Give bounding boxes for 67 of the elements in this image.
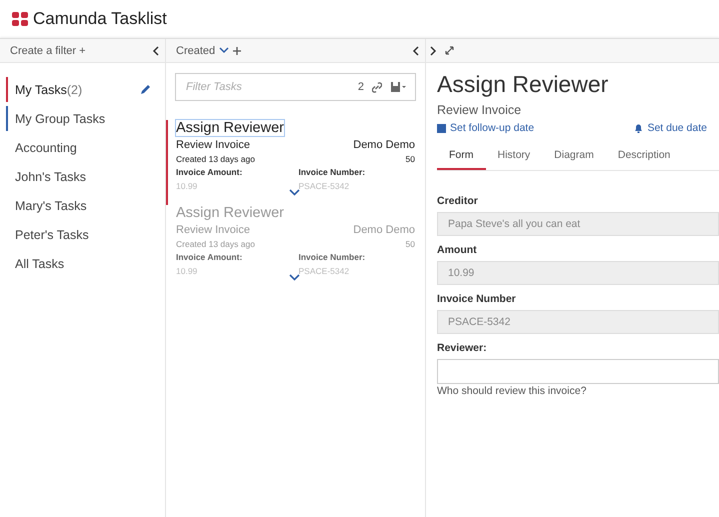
variable-value: PSACE-5342 bbox=[298, 181, 350, 191]
field-label: Amount bbox=[437, 244, 478, 256]
assignee: Demo Demo bbox=[353, 224, 415, 236]
assignee: Demo Demo bbox=[353, 139, 415, 151]
priority: 50 bbox=[406, 153, 415, 166]
filter-label: My Tasks(2) bbox=[15, 82, 82, 96]
variable-label: Invoice Amount: bbox=[176, 167, 244, 177]
process-name: Review Invoice bbox=[176, 139, 250, 151]
expand-icon[interactable] bbox=[289, 189, 300, 196]
priority: 50 bbox=[406, 238, 415, 251]
caret-icon[interactable] bbox=[219, 47, 230, 54]
chevron-left-icon[interactable] bbox=[412, 46, 419, 56]
tab[interactable]: History bbox=[486, 146, 542, 170]
logo-icon bbox=[12, 12, 28, 26]
filter-item[interactable]: All Tasks bbox=[0, 249, 165, 278]
readonly-field: PSACE-5342 bbox=[437, 310, 719, 334]
field-label: Creditor bbox=[437, 195, 479, 207]
filter-label: Mary's Tasks bbox=[15, 198, 87, 212]
variable-value: 10.99 bbox=[176, 266, 198, 276]
created-time: Created 13 days ago bbox=[176, 238, 255, 251]
created-time: Created 13 days ago bbox=[176, 153, 255, 166]
filter-label: All Tasks bbox=[15, 256, 64, 270]
filter-item[interactable]: Accounting bbox=[0, 133, 165, 162]
filter-item[interactable]: My Tasks(2) bbox=[0, 75, 165, 104]
readonly-field: 10.99 bbox=[437, 261, 719, 285]
filter-item[interactable]: John's Tasks bbox=[0, 162, 165, 191]
field-label: Invoice Number bbox=[437, 293, 517, 305]
filter-item[interactable]: My Group Tasks bbox=[0, 104, 165, 133]
task-heading: Assign Reviewer bbox=[437, 71, 610, 98]
readonly-field: Papa Steve's all you can eat bbox=[437, 212, 719, 236]
variable-label: Invoice Number: bbox=[298, 167, 366, 177]
follow-up-link[interactable]: Set follow-up date bbox=[450, 122, 534, 134]
input-field[interactable] bbox=[437, 359, 719, 384]
tab[interactable]: Form bbox=[437, 146, 486, 170]
field-label: Reviewer: bbox=[437, 342, 488, 354]
filter-item[interactable]: Peter's Tasks bbox=[0, 220, 165, 249]
variable-label: Invoice Amount: bbox=[176, 252, 244, 262]
filter-item[interactable]: Mary's Tasks bbox=[0, 191, 165, 220]
chevron-left-icon[interactable] bbox=[152, 46, 159, 56]
task-card[interactable]: Assign Reviewer Review Invoice Demo Demo Created 13 days ago 50 Invoice Amount: Invoice Number: 10.99 PSACE-5342 bbox=[166, 120, 425, 205]
filter-label: My Group Tasks bbox=[15, 112, 106, 126]
sort-dropdown[interactable]: Created bbox=[176, 44, 216, 56]
due-date-link[interactable]: Set due date bbox=[647, 122, 707, 134]
tab[interactable]: Description bbox=[606, 146, 682, 170]
task-title: Assign Reviewer bbox=[176, 205, 284, 221]
plus-icon[interactable] bbox=[233, 46, 242, 54]
filter-label: Accounting bbox=[15, 140, 77, 154]
variable-value: 10.99 bbox=[176, 181, 198, 191]
variable-label: Invoice Number: bbox=[298, 252, 366, 262]
task-card[interactable]: Assign Reviewer Review Invoice Demo Demo Created 13 days ago 50 Invoice Amount: Invoice Number: 10.99 PSACE-5342 bbox=[166, 205, 425, 290]
filter-label: John's Tasks bbox=[15, 170, 86, 184]
process-name: Review Invoice bbox=[176, 224, 250, 236]
save-icon[interactable] bbox=[391, 82, 407, 92]
link-icon[interactable] bbox=[372, 82, 382, 93]
app-title: Camunda Tasklist bbox=[33, 9, 167, 29]
chevron-right-icon[interactable] bbox=[430, 46, 437, 56]
help-text: Who should review this invoice? bbox=[437, 385, 588, 397]
expand-arrows-icon[interactable] bbox=[445, 46, 454, 55]
expand-icon[interactable] bbox=[289, 274, 300, 281]
task-title: Assign Reviewer bbox=[176, 120, 284, 136]
variable-value: PSACE-5342 bbox=[298, 266, 350, 276]
result-count: 2 bbox=[358, 81, 364, 93]
filter-label: Peter's Tasks bbox=[15, 228, 89, 242]
tab[interactable]: Diagram bbox=[542, 146, 606, 170]
bell-icon bbox=[634, 123, 644, 133]
pencil-icon[interactable] bbox=[140, 84, 151, 95]
process-subtitle: Review Invoice bbox=[437, 103, 522, 117]
